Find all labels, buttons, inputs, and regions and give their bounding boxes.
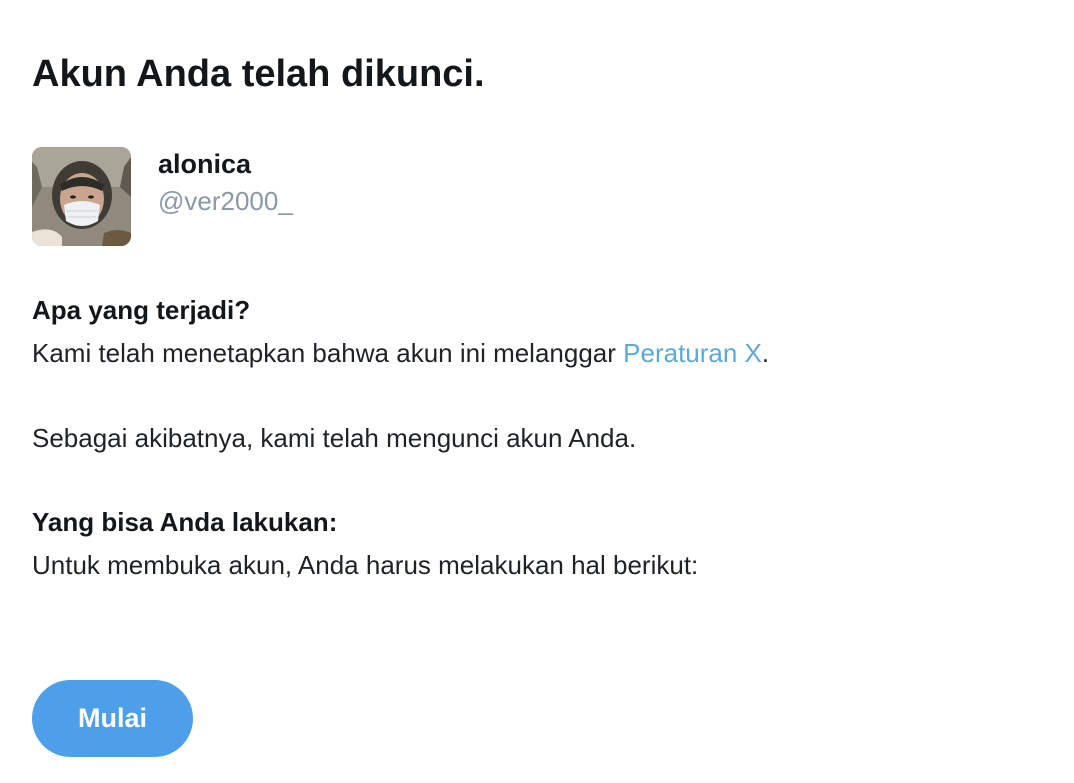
profile-photo-icon [32,147,131,246]
start-button[interactable]: Mulai [32,680,193,757]
rules-link[interactable]: Peraturan X [623,338,762,368]
page-title: Akun Anda telah dikunci. [32,53,485,95]
consequence-text: Sebagai akibatnya, kami telah mengunci a… [32,423,637,453]
what-happened-heading: Apa yang terjadi? [32,295,251,325]
what-to-do-heading: Yang bisa Anda lakukan: [32,507,338,537]
avatar [32,147,131,246]
violation-text-end: . [761,338,770,368]
violation-text: Kami telah menetapkan bahwa akun ini mel… [32,338,624,368]
violation-statement: Kami telah menetapkan bahwa akun ini mel… [32,336,769,370]
account-handle: @ver2000_ [158,186,293,216]
display-name: alonica [158,149,252,179]
unlock-instructions: Untuk membuka akun, Anda harus melakukan… [32,550,699,580]
locked-account-page: Akun Anda telah dikunci. alonica @ver200… [0,0,1074,783]
